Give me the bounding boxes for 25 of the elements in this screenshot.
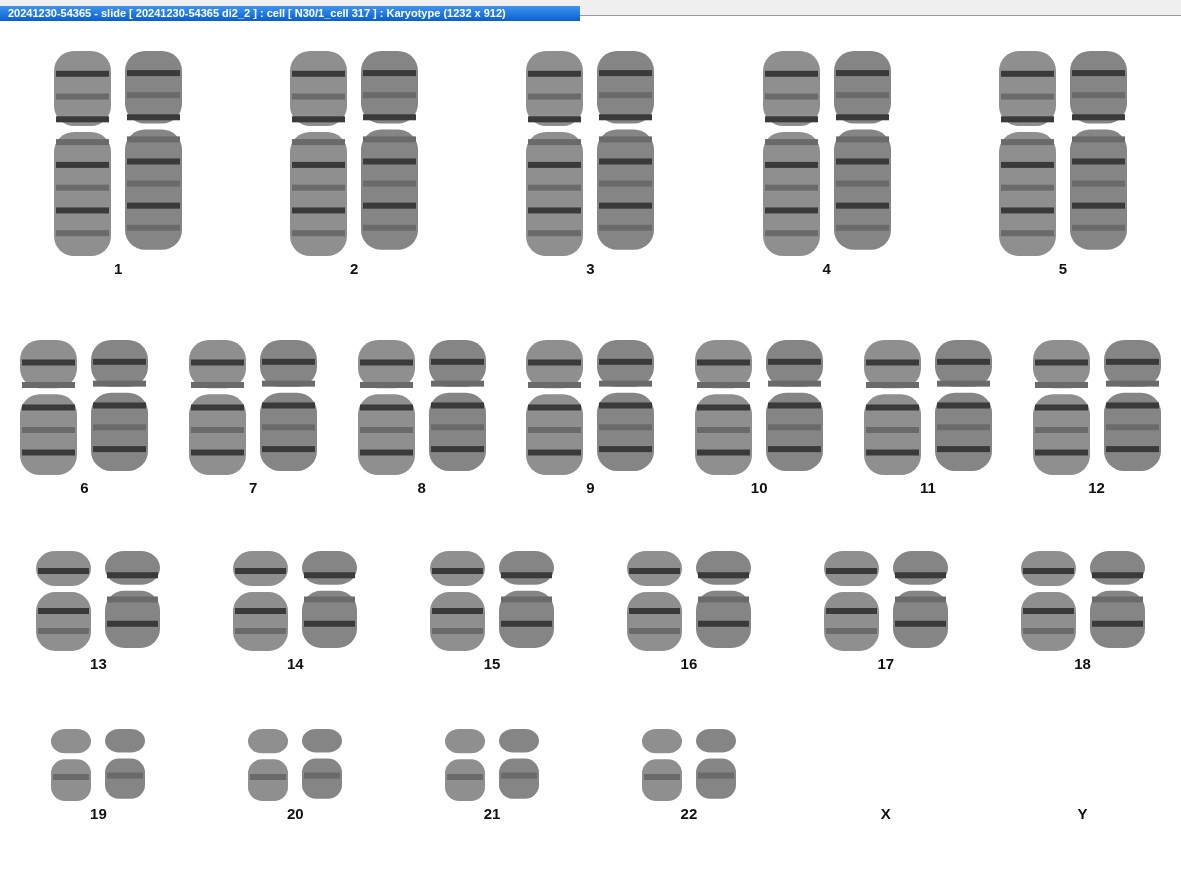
chromosome-number: 17 [877,655,895,673]
chromosome-number: 22 [680,805,698,823]
chromosome-number: 4 [822,260,831,278]
chromosome-number: 11 [920,479,936,497]
chromosome-number: 9 [586,479,595,497]
chromosome-number: 13 [90,655,107,673]
chromosome-number: 10 [750,479,768,497]
chromosome-number: 3 [586,260,595,278]
chromosome-number: 21 [483,805,501,823]
chromosome-number: 5 [1058,260,1068,278]
chromosome-number: 2 [350,260,359,278]
chromosome-number: 20 [286,805,304,823]
chromosome-number: 19 [90,805,107,823]
chromosome-number: 6 [80,479,89,497]
chromosome-number: 8 [417,479,426,497]
chromosome-number: 15 [483,655,501,673]
chromosome-number: 12 [1088,479,1105,497]
chromosome-number: 7 [248,479,258,497]
window-title: 20241230-54365 - slide [ 20241230-54365 di2_2 ] : cell [ N30/1_cell 317 ] : Karyotype (1232 x 912) [0,6,580,21]
chromosome-number: 14 [286,655,304,673]
chromosome-number: Y [1077,805,1088,823]
chromosome-number: 1 [113,260,123,278]
chromosome-number: 16 [680,655,698,673]
chromosome-number: X [880,805,891,823]
chromosome-number: 18 [1074,655,1091,673]
